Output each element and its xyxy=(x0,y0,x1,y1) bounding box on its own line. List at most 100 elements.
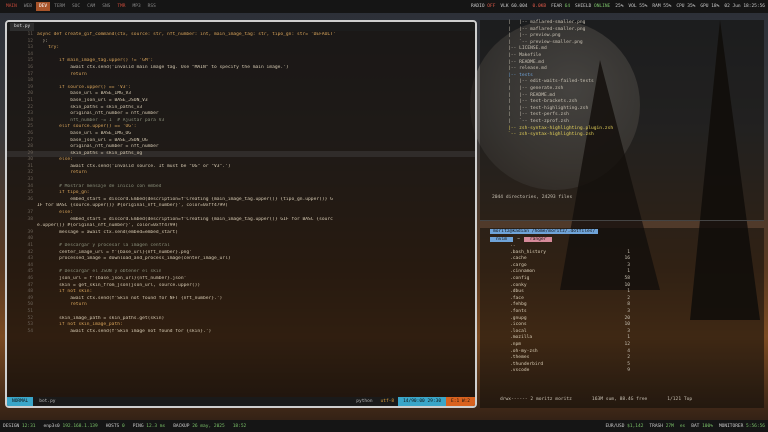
fm-tab-home[interactable]: ~ xyxy=(517,237,520,242)
code-line[interactable]: 46 json_url = f'{base_json_url}{nft_numb… xyxy=(7,276,475,283)
code-line[interactable]: 52 skin_image_path = skin_paths.get(skin… xyxy=(7,316,475,323)
workspace-tmr[interactable]: TMR xyxy=(114,2,128,11)
workspace-soc[interactable]: SOC xyxy=(69,2,83,11)
code-line[interactable]: 54 await ctx.send(f'Skin image not found… xyxy=(7,329,475,336)
line-number: 45 xyxy=(27,269,33,275)
code-line[interactable]: 37 else: xyxy=(7,210,475,217)
code-line[interactable]: 41 # Descargar y procesar la imagen cent… xyxy=(7,243,475,250)
line-number: 23 xyxy=(27,111,33,117)
code-line[interactable]: 21 base_json_url = BASE_JSON_V3 xyxy=(7,98,475,105)
line-code: elif source.upper() == 'OG': xyxy=(37,124,137,130)
bottom-stat-value: 18:52 xyxy=(232,423,247,429)
list-item[interactable]: .. xyxy=(480,243,764,250)
stat-value: 02 Jun 18:25:56 xyxy=(724,4,765,9)
bottom-stat-label: EUR/USD xyxy=(605,423,628,429)
fm-tab-nvim[interactable]: nvim xyxy=(490,236,514,242)
code-line[interactable]: 40 xyxy=(7,236,475,243)
workspace-rss[interactable]: RSS xyxy=(145,2,159,11)
line-code: json_url = f'{base_json_url}{nft_number}… xyxy=(37,275,187,281)
tree-line: | |-- edit-waits-failed-tests xyxy=(508,79,594,85)
code-line[interactable]: 31 await ctx.send('Invalid source. It mu… xyxy=(7,164,475,171)
workspace-main[interactable]: MAIN xyxy=(3,2,20,11)
code-line[interactable]: 12 ): xyxy=(7,39,475,46)
workspace-mp3[interactable]: MP3 xyxy=(130,2,144,11)
code-line[interactable]: 39 message = await ctx.send(embed=embed_… xyxy=(7,230,475,237)
workspace-sns[interactable]: SNS xyxy=(99,2,113,11)
code-line[interactable]: 53 if not skin_image_path: xyxy=(7,322,475,329)
line-code: IF for BASC {source.upper()} #{original_… xyxy=(37,203,228,209)
code-line[interactable]: 26 base_url = BASE_IMG_OG xyxy=(7,131,475,138)
code-line[interactable]: IF for BASC {source.upper()} #{original_… xyxy=(7,203,475,210)
list-item[interactable]: .icons 10 xyxy=(480,322,764,329)
code-line[interactable]: 22 skin_paths = skin_paths_v3 xyxy=(7,105,475,112)
list-item[interactable]: .fehbg 8 xyxy=(480,302,764,309)
code-line[interactable]: 50 return xyxy=(7,302,475,309)
fm-disk: 163M sum, 88.4G free xyxy=(591,397,648,402)
code-line[interactable]: 32 return xyxy=(7,170,475,177)
file-size: 3 xyxy=(627,262,630,268)
workspace-term[interactable]: TERM xyxy=(51,2,68,11)
fm-tab-ranger[interactable]: ranger xyxy=(523,236,553,242)
code-line[interactable]: 36 embed_start = discord.Embed(descripti… xyxy=(7,197,475,204)
code-line[interactable]: 45 # Descargar el JSON y obtener el skin xyxy=(7,269,475,276)
list-item[interactable]: .cinnamon 1 xyxy=(480,269,764,276)
code-line[interactable]: 24 nft_number -= 1 # Ajustar para V3 xyxy=(7,118,475,125)
list-item[interactable]: .themes 2 xyxy=(480,355,764,362)
line-number: 40 xyxy=(27,236,33,242)
code-line[interactable]: 23 original_nft_number = nft_number xyxy=(7,111,475,118)
code-line[interactable]: 44 xyxy=(7,263,475,270)
line-code: skin_paths = skin_paths_v3 xyxy=(37,104,143,110)
code-line[interactable]: 33 xyxy=(7,177,475,184)
tree-output-terminal[interactable]: | |-- maflared-smaller.png | |-- maflared… xyxy=(480,20,764,221)
code-line[interactable]: 43 processed_image = download_and_proces… xyxy=(7,256,475,263)
code-line[interactable]: 38 embed_start = discord.Embed(descripti… xyxy=(7,217,475,224)
code-area[interactable]: 11 async def create_gif_command(ctx, sour… xyxy=(7,32,475,394)
code-line[interactable]: e.upper()} #{original_nft_number}', colo… xyxy=(7,223,475,230)
workspace-cam[interactable]: CAM xyxy=(84,2,98,11)
editor-tab[interactable]: bot.py xyxy=(10,22,35,31)
code-line[interactable]: 16 await ctx.send('Invalid main image ta… xyxy=(7,65,475,72)
file-name: .npm xyxy=(510,341,522,347)
stat-item: CPU 35% xyxy=(676,4,695,9)
code-line[interactable]: 47 skin = get_skin_from_json(json_url, s… xyxy=(7,283,475,290)
code-line[interactable]: 19 if source.upper() == 'V3': xyxy=(7,85,475,92)
code-editor-window[interactable]: bot.py 11 async def create_gif_command(ct… xyxy=(5,20,477,408)
file-manager-terminal[interactable]: moritz@kadian /home/moritz/.dotfiles/ nv… xyxy=(480,228,764,408)
code-line[interactable]: 35 if tipo_gn: xyxy=(7,190,475,197)
code-line[interactable]: 13 try: xyxy=(7,45,475,52)
code-line[interactable]: 15 if main_image_tag.upper() != 'GM': xyxy=(7,58,475,65)
list-item[interactable]: .npm 12 xyxy=(480,342,764,349)
line-code: return xyxy=(37,170,87,176)
file-name: .cargo xyxy=(510,262,527,268)
code-line[interactable]: 51 xyxy=(7,309,475,316)
list-item[interactable]: .vscode 9 xyxy=(480,368,764,375)
list-item[interactable]: .cache 16 xyxy=(480,256,764,263)
code-line[interactable]: 49 await ctx.send(f'Skin not found for N… xyxy=(7,296,475,303)
code-line[interactable]: 17 return xyxy=(7,72,475,79)
code-line[interactable]: 25 elif source.upper() == 'OG': xyxy=(7,124,475,131)
list-item[interactable]: .mozilla 1 xyxy=(480,335,764,342)
line-code: try: xyxy=(37,45,60,51)
list-item[interactable]: .dbus 1 xyxy=(480,289,764,296)
workspace-web[interactable]: WEB xyxy=(21,2,35,11)
code-line[interactable]: 34 # Mostrar mensaje de inicio con embed xyxy=(7,184,475,191)
code-line[interactable]: 18 xyxy=(7,78,475,85)
line-number: 53 xyxy=(27,322,33,328)
code-line[interactable]: 14 xyxy=(7,52,475,59)
code-line[interactable]: 42 center_image_url = f'{base_url}{nft_n… xyxy=(7,250,475,257)
list-item[interactable]: .config 58 xyxy=(480,276,764,283)
file-size: 1 xyxy=(627,335,630,341)
file-size: 8 xyxy=(627,302,630,308)
code-line[interactable]: 27 base_json_url = BASE_JSON_OG xyxy=(7,138,475,145)
line-code: base_url = BASE_IMG_V3 xyxy=(37,91,132,97)
list-item[interactable]: .fonts 3 xyxy=(480,309,764,316)
workspace-dev[interactable]: DEV xyxy=(35,2,51,11)
code-line[interactable]: 28 original_nft_number = nft_number xyxy=(7,144,475,151)
code-line[interactable]: 30 else: xyxy=(7,157,475,164)
code-line[interactable]: 48 if not skin: xyxy=(7,289,475,296)
code-line[interactable]: 20 base_url = BASE_IMG_V3 xyxy=(7,91,475,98)
fm-file-list[interactable]: .. .bash_history 1 .cache 16 .cargo 3 .cinnamon… xyxy=(480,243,764,375)
code-line[interactable]: 11 async def create_gif_command(ctx, sour… xyxy=(7,32,475,39)
fm-footer: drwx------ 2 moritz moritz 163M sum, 88.… xyxy=(480,397,764,402)
code-line[interactable]: 29 skin_paths = skin_paths_og xyxy=(7,150,475,158)
